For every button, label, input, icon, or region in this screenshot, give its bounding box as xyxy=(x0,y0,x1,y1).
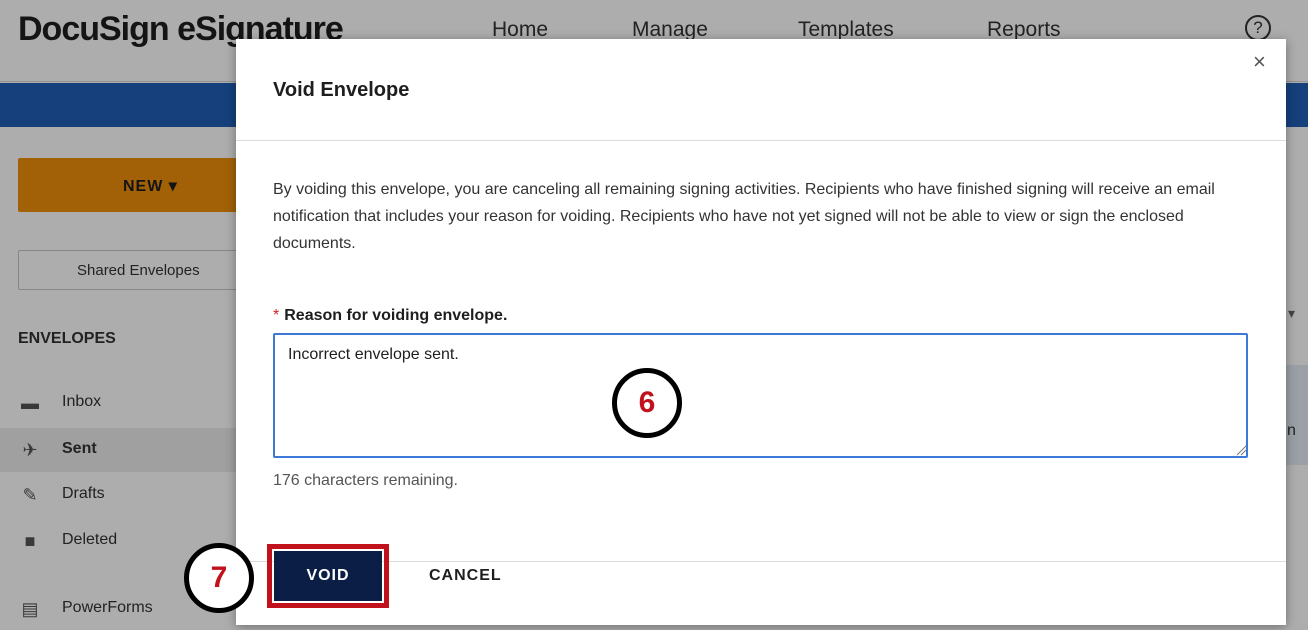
dialog-title: Void Envelope xyxy=(273,79,410,101)
void-envelope-dialog: Void Envelope × By voiding this envelope… xyxy=(236,39,1286,625)
step-callout-7: 7 xyxy=(184,543,254,613)
cancel-button[interactable]: CANCEL xyxy=(429,551,519,601)
divider xyxy=(236,561,1286,562)
divider xyxy=(236,140,1286,141)
close-icon[interactable]: × xyxy=(1253,49,1266,75)
characters-remaining: 176 characters remaining. xyxy=(273,472,458,489)
required-marker: * xyxy=(273,307,280,324)
reason-label-text: Reason for voiding envelope. xyxy=(284,307,508,324)
reason-field-label: * Reason for voiding envelope. xyxy=(273,307,507,325)
resize-grip-icon[interactable] xyxy=(1235,444,1247,456)
reason-textarea[interactable]: Incorrect envelope sent. xyxy=(273,333,1248,458)
void-button[interactable]: VOID xyxy=(274,551,382,601)
step-callout-6: 6 xyxy=(612,368,682,438)
dialog-description: By voiding this envelope, you are cancel… xyxy=(273,181,1215,252)
